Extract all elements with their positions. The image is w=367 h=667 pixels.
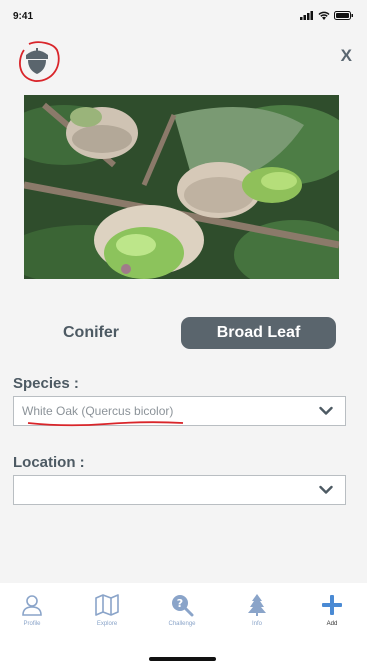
- tab-bar: Profile Explore ? Challenge Info Add: [0, 583, 367, 667]
- battery-icon: [334, 11, 353, 20]
- toggle-broadleaf[interactable]: Broad Leaf: [181, 317, 336, 349]
- species-label: Species :: [13, 375, 79, 392]
- signal-icon: [300, 11, 313, 20]
- status-bar: 9:41: [0, 0, 367, 32]
- location-label: Location :: [13, 454, 85, 471]
- tab-explore[interactable]: Explore: [77, 593, 137, 633]
- acorn-icon: [19, 41, 60, 82]
- person-icon: [22, 595, 42, 616]
- tab-label: Add: [326, 621, 338, 627]
- wifi-icon: [318, 11, 330, 20]
- tab-label: Explore: [96, 621, 118, 627]
- tab-challenge[interactable]: ? Challenge: [152, 593, 212, 633]
- plus-icon: [322, 595, 342, 615]
- tab-info[interactable]: Info: [227, 593, 287, 633]
- species-value: White Oak (Quercus bicolor): [22, 404, 174, 418]
- tab-label: Info: [251, 621, 262, 627]
- tab-label: Profile: [23, 621, 41, 627]
- svg-text:?: ?: [177, 597, 183, 610]
- tab-label: Challenge: [168, 621, 196, 627]
- annotation-underline: [27, 421, 184, 427]
- tree-icon: [248, 594, 266, 616]
- toggle-conifer[interactable]: Conifer: [31, 317, 151, 349]
- status-icons: [300, 11, 354, 20]
- question-search-icon: ?: [172, 595, 194, 617]
- chevron-down-icon: [319, 485, 333, 494]
- chevron-down-icon: [319, 406, 333, 415]
- location-select[interactable]: [13, 475, 346, 505]
- tab-profile[interactable]: Profile: [2, 593, 62, 633]
- acorn-logo: [13, 40, 61, 84]
- tab-add[interactable]: Add: [302, 593, 362, 633]
- home-indicator: [149, 657, 216, 661]
- close-button[interactable]: X: [341, 46, 352, 66]
- map-icon: [95, 594, 119, 616]
- acorn-photo: [24, 95, 339, 279]
- status-time: 9:41: [13, 11, 34, 22]
